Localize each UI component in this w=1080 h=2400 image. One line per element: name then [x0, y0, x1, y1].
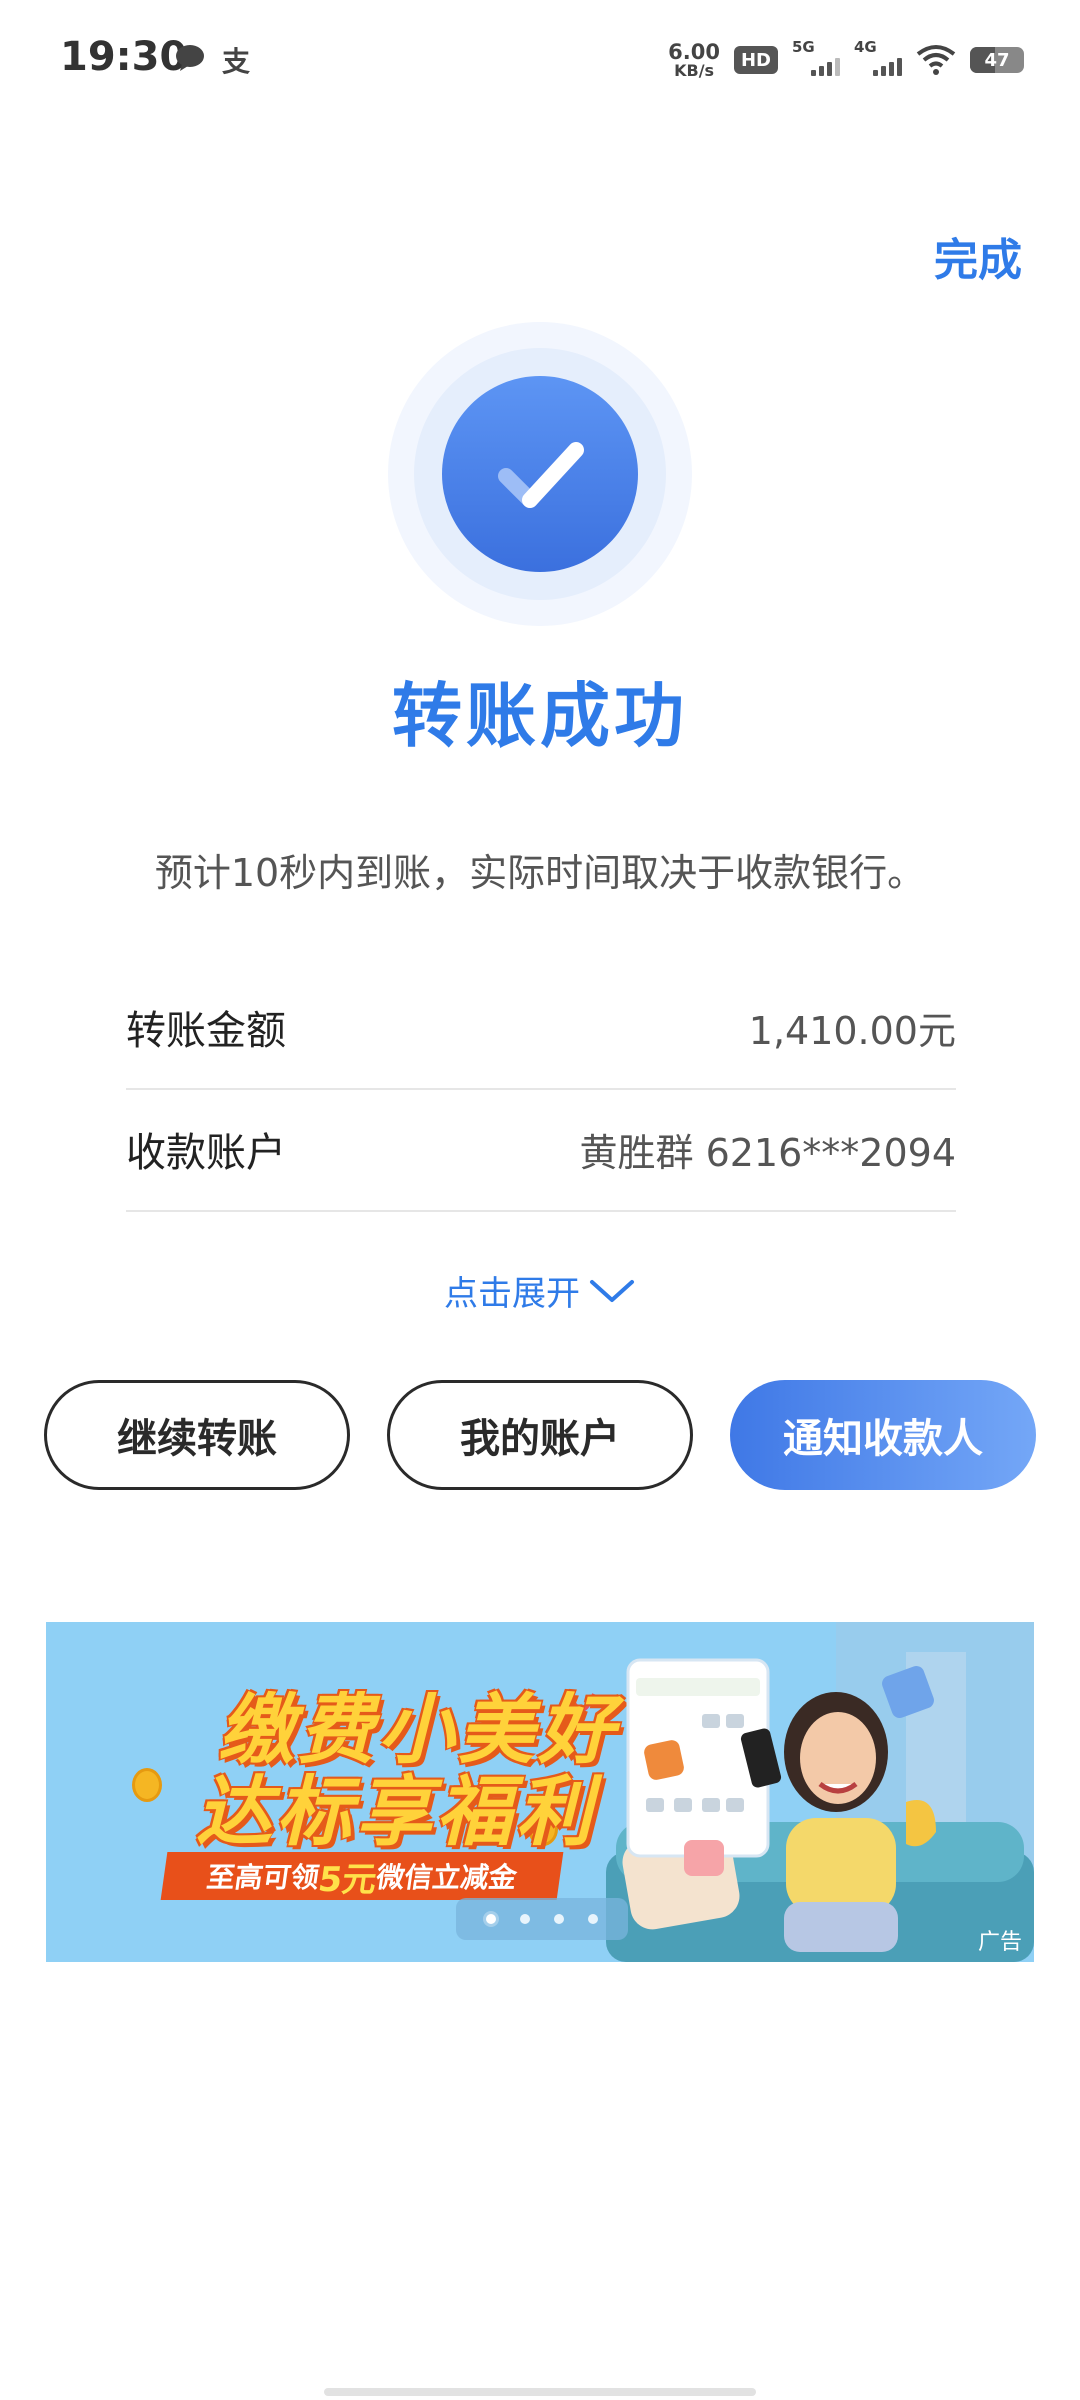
account-value: 黄胜群 6216***2094 [579, 1130, 957, 1175]
wechat-notification-icon [176, 45, 204, 71]
banner-headline-2: 达标享福利 [196, 1767, 596, 1856]
chevron-down-icon [590, 1279, 634, 1302]
banner-page-dot[interactable] [588, 1914, 598, 1924]
done-button[interactable]: 完成 [934, 224, 1022, 288]
battery-icon: 47 [970, 47, 1024, 73]
detail-row-account: 收款账户 黄胜群 6216***2094 [126, 1088, 956, 1212]
continue-transfer-button[interactable]: 继续转账 [44, 1380, 350, 1490]
ad-banner[interactable]: 缴费小美好 达标享福利 至高可领 5元 微信立减金 广告 [46, 1622, 1034, 1962]
coin-icon [132, 1768, 162, 1802]
notify-payee-button[interactable]: 通知收款人 [730, 1380, 1036, 1490]
ribbon-amount: 5元 [315, 1859, 380, 1900]
network-speed-unit: KB/s [674, 60, 715, 80]
expand-details-button[interactable]: 点击展开 [0, 1266, 1080, 1315]
battery-level: 47 [984, 49, 1010, 71]
ribbon-suffix: 微信立减金 [374, 1861, 519, 1894]
hd-icon: HD [734, 46, 778, 74]
banner-page-dot[interactable] [486, 1914, 496, 1924]
expand-label: 点击展开 [444, 1274, 580, 1314]
signal-5g-label: 5G [792, 38, 815, 56]
result-title: 转账成功 [392, 675, 688, 757]
banner-ribbon: 至高可领 5元 微信立减金 [160, 1852, 564, 1900]
wifi-icon [916, 45, 956, 75]
banner-page-dot[interactable] [554, 1914, 564, 1924]
signal-5g-icon: 5G [792, 38, 840, 78]
banner-page-dot[interactable] [520, 1914, 530, 1924]
ad-label: 广告 [977, 1930, 1022, 1955]
banner-illustration [606, 1622, 1034, 1962]
amount-label: 转账金额 [126, 1008, 286, 1054]
ribbon-prefix: 至高可领 [204, 1861, 322, 1894]
signal-4g-label: 4G [854, 38, 877, 56]
my-account-button[interactable]: 我的账户 [387, 1380, 693, 1490]
banner-page-indicator[interactable] [456, 1898, 628, 1940]
alipay-notification-icon: 支 [222, 45, 251, 78]
status-time: 19:30 [60, 34, 188, 80]
status-indicators: 6.00 KB/s HD 5G 4G 47 [668, 36, 1024, 84]
network-speed: 6.00 KB/s [668, 39, 720, 80]
status-bar: 19:30 支 6.00 KB/s HD 5G 4G 47 [0, 0, 1080, 120]
signal-4g-icon: 4G [854, 38, 902, 78]
success-check-icon [388, 322, 692, 626]
home-indicator[interactable] [324, 2388, 756, 2396]
amount-value: 1,410.00元 [748, 1008, 956, 1053]
result-subtitle: 预计10秒内到账，实际时间取决于收款银行。 [154, 851, 926, 895]
network-speed-value: 6.00 [668, 39, 720, 64]
account-label: 收款账户 [126, 1130, 286, 1176]
detail-row-amount: 转账金额 1,410.00元 [126, 966, 956, 1090]
